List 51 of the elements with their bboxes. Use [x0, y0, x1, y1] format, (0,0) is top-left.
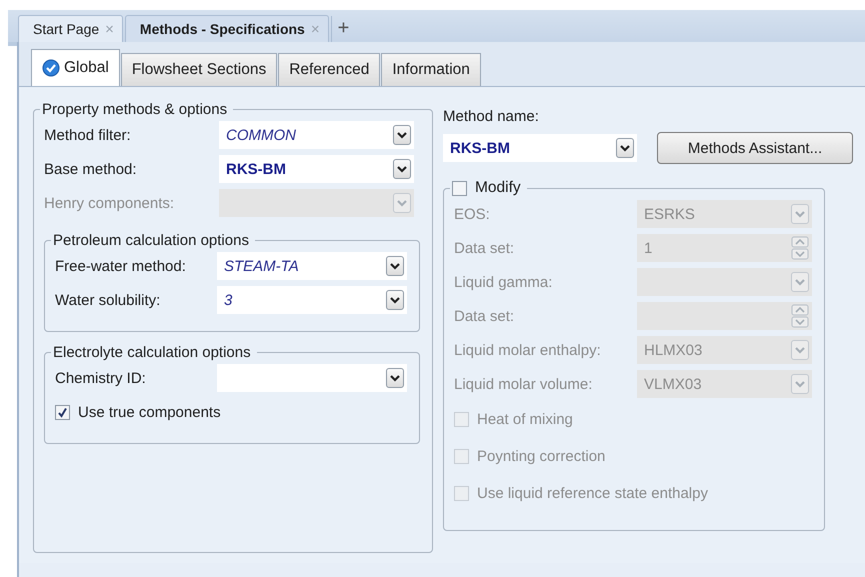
dropdown-field[interactable]: 3	[217, 286, 407, 314]
methods-assistant-button[interactable]: Methods Assistant...	[657, 132, 853, 164]
field-value: VLMX03	[644, 376, 702, 392]
dropdown-field[interactable]: RKS-BM	[219, 155, 414, 183]
group-title: Petroleum calculation options	[52, 232, 250, 249]
field-label: Liquid molar enthalpy:	[454, 342, 602, 358]
field-label: Water solubility:	[55, 292, 162, 308]
field-value: RKS-BM	[450, 140, 510, 156]
checkbox-label: Modify	[475, 179, 521, 197]
check-circle-icon	[42, 59, 60, 77]
dropdown-field[interactable]: RKS-BM	[443, 134, 637, 162]
spin-field[interactable]	[637, 302, 812, 330]
field-label: Henry components:	[44, 194, 176, 212]
spin-buttons[interactable]	[791, 303, 809, 329]
checkbox-label: Use true components	[78, 404, 221, 420]
field-label: Liquid molar volume:	[454, 376, 594, 392]
document-tab[interactable]: Methods - Specifications ×	[124, 15, 329, 42]
field-value: HLMX03	[644, 342, 702, 358]
checkbox-label: Heat of mixing	[477, 411, 573, 428]
group-title: Electrolyte calculation options	[52, 344, 252, 361]
field-value: COMMON	[226, 126, 296, 144]
field-value: 3	[224, 292, 232, 308]
group-title: Property methods & options	[41, 101, 228, 118]
tab[interactable]: Information	[381, 53, 481, 86]
dropdown-field[interactable]	[217, 364, 407, 392]
tab[interactable]: Referenced	[278, 53, 380, 86]
checkbox[interactable]	[55, 404, 70, 420]
field-value: 1	[644, 240, 652, 256]
dropdown-field[interactable]	[637, 268, 812, 296]
checkbox[interactable]	[452, 180, 467, 196]
field-value: ESRKS	[644, 206, 695, 222]
field-value: STEAM-TA	[224, 258, 299, 274]
tab[interactable]: Global	[31, 49, 120, 86]
dropdown-field[interactable]: STEAM-TA	[217, 252, 407, 280]
field-value: RKS-BM	[226, 160, 286, 178]
field-label: Liquid gamma:	[454, 274, 554, 290]
field-label: Data set:	[454, 240, 516, 256]
field-label: Method name:	[443, 106, 540, 126]
tab[interactable]: Flowsheet Sections	[120, 53, 278, 86]
checkbox-label: Use liquid reference state enthalpy	[477, 485, 708, 502]
field-label: Chemistry ID:	[55, 370, 147, 386]
spin-buttons[interactable]	[791, 235, 809, 261]
document-tab[interactable]: Start Page ×	[18, 15, 123, 42]
dropdown-field[interactable]: COMMON	[219, 121, 414, 149]
field-label: EOS:	[454, 206, 491, 222]
field-label: Base method:	[44, 160, 138, 178]
field-label: Data set:	[454, 308, 516, 324]
dropdown-field[interactable]	[219, 189, 414, 217]
field-label: Free-water method:	[55, 258, 187, 274]
checkbox-label: Poynting correction	[477, 448, 606, 465]
field-label: Method filter:	[44, 126, 132, 144]
